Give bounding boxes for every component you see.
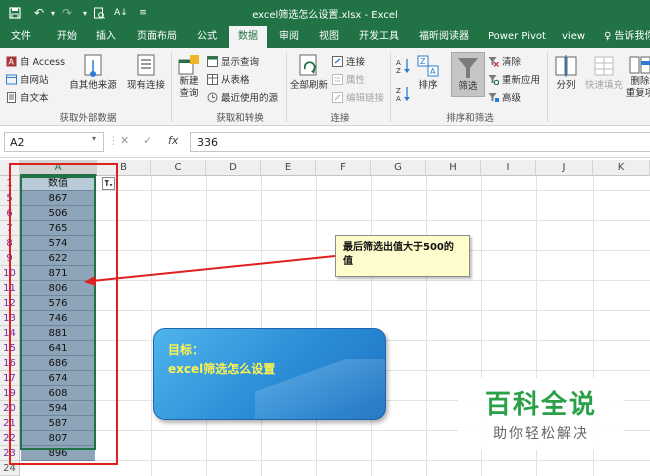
flash-fill-icon [594,56,614,76]
web-icon [6,74,17,84]
tab-foxit-reader[interactable]: 福昕阅读器 [419,26,469,48]
properties-icon [332,73,343,85]
connections-icon [332,55,343,67]
title-bar: ↶ ▾ ↷ ▾ A↓ ≡ excel筛选怎么设置.xlsx - Excel [0,0,650,26]
from-access-button[interactable]: A 自 Access [6,54,65,68]
formula-bar: A2 ▾ ⋮ ✕ ✓ fx 336 [0,126,650,158]
watermark-brand: 百科全说 [484,390,597,420]
tab-developer[interactable]: 开发工具 [359,26,399,48]
recent-sources-button[interactable]: 最近使用的源 [207,90,278,104]
tab-formulas[interactable]: 公式 [197,26,217,48]
svg-text:Z: Z [420,57,426,66]
name-box-dropdown-icon[interactable]: ▾ [92,134,96,143]
ribbon-data: A 自 Access 自网站 自文本 自其他来源 现有连接 获取外部数据 新建 … [0,48,650,126]
connections-button[interactable]: 连接 [332,54,365,68]
group-label-get-transform: 获取和转换 [216,113,264,124]
edit-links-icon [332,91,343,103]
goal-title: 目标： [168,343,205,357]
svg-text:A: A [9,57,15,66]
tab-view-lower[interactable]: view [562,26,585,48]
group-label-external-data: 获取外部数据 [59,113,117,124]
remove-duplicates-icon [629,56,650,74]
watermark-tagline: 助你轻松解决 [493,426,589,442]
refresh-icon [299,54,317,76]
group-separator [390,52,391,122]
excel-window: ↶ ▾ ↷ ▾ A↓ ≡ excel筛选怎么设置.xlsx - Excel 文件… [0,0,650,476]
filter-button[interactable]: 筛选 [451,52,485,97]
show-queries-icon [207,55,218,67]
new-query-button[interactable]: 新建 查询 [174,54,204,100]
existing-connections-icon [137,54,155,76]
edit-links-button[interactable]: 编辑链接 [332,90,384,104]
banner-sheen [255,359,385,419]
tab-power-pivot[interactable]: Power Pivot [488,26,546,48]
other-sources-icon [84,54,102,77]
ribbon-tabs: 文件 开始 插入 页面布局 公式 数据 审阅 视图 开发工具 福昕阅读器 Pow… [0,26,650,48]
from-text-button[interactable]: 自文本 [6,90,49,104]
sort-a-to-z-icon[interactable]: AZ [396,58,410,74]
advanced-filter-icon [488,92,499,102]
enter-icon[interactable]: ✓ [143,134,152,147]
remove-duplicates-button[interactable]: 删除 重复项 [625,54,650,100]
tab-page-layout[interactable]: 页面布局 [137,26,177,48]
from-table-button[interactable]: 从表格 [207,72,250,86]
properties-button[interactable]: 属性 [332,72,365,86]
tab-data[interactable]: 数据 [229,26,267,48]
from-other-sources-button[interactable]: 自其他来源 [67,54,119,92]
split-columns-icon [555,55,577,77]
filter-funnel-icon [458,58,478,78]
sort-button[interactable]: ZA 排序 [414,54,442,92]
clear-filter-button[interactable]: 清除 [488,54,521,68]
show-queries-button[interactable]: 显示查询 [207,54,259,68]
group-separator [171,52,172,122]
advanced-filter-button[interactable]: 高级 [488,90,521,104]
tab-file[interactable]: 文件 [11,26,31,48]
flash-fill-button[interactable]: 快速填充 [583,54,625,92]
group-label-sort-filter: 排序和筛选 [446,113,494,124]
new-query-icon [178,55,199,75]
reapply-button[interactable]: 重新应用 [488,72,540,86]
name-box[interactable]: A2 [4,132,104,152]
insert-function-icon[interactable]: fx [168,134,178,147]
tell-me-search[interactable]: ♀ 告诉我你 [604,26,650,48]
tab-review[interactable]: 审阅 [279,26,299,48]
group-separator [547,52,548,122]
group-separator [286,52,287,122]
formula-input[interactable]: 336 [190,132,650,152]
window-title: excel筛选怎么设置.xlsx - Excel [252,10,398,21]
table-icon [207,73,218,85]
cancel-icon[interactable]: ✕ [120,134,129,147]
tab-insert[interactable]: 插入 [96,26,116,48]
text-to-columns-button[interactable]: 分列 [552,54,580,92]
sort-dialog-icon: ZA [417,55,439,77]
access-icon: A [6,56,17,66]
recent-sources-icon [207,92,218,102]
goal-banner: 目标： excel筛选怎么设置 [153,328,386,420]
from-web-button[interactable]: 自网站 [6,72,49,86]
existing-connections-button[interactable]: 现有连接 [124,54,168,92]
text-file-icon [7,91,16,103]
svg-text:Z: Z [396,87,401,95]
svg-text:Z: Z [396,67,401,74]
tab-view[interactable]: 视图 [319,26,339,48]
tab-home[interactable]: 开始 [57,26,77,48]
watermark: 百科全说 助你轻松解决 [458,378,624,450]
group-label-connections: 连接 [330,113,350,124]
callout-note: 最后筛选出值大于500的值 [335,235,470,277]
formula-bar-more-icon[interactable]: ⋮ [108,134,119,147]
clear-filter-icon [488,56,499,67]
svg-text:A: A [430,67,436,76]
refresh-all-button[interactable]: 全部刷新 [289,54,329,92]
lightbulb-icon: ♀ [604,31,612,42]
sort-z-to-a-icon[interactable]: ZA [396,86,410,102]
worksheet-grid[interactable]: A B C D E F G H I J K 1 5 6 7 8 9 10 11 … [0,160,650,476]
svg-text:A: A [396,59,401,67]
svg-text:A: A [396,95,401,102]
reapply-icon [488,74,499,85]
